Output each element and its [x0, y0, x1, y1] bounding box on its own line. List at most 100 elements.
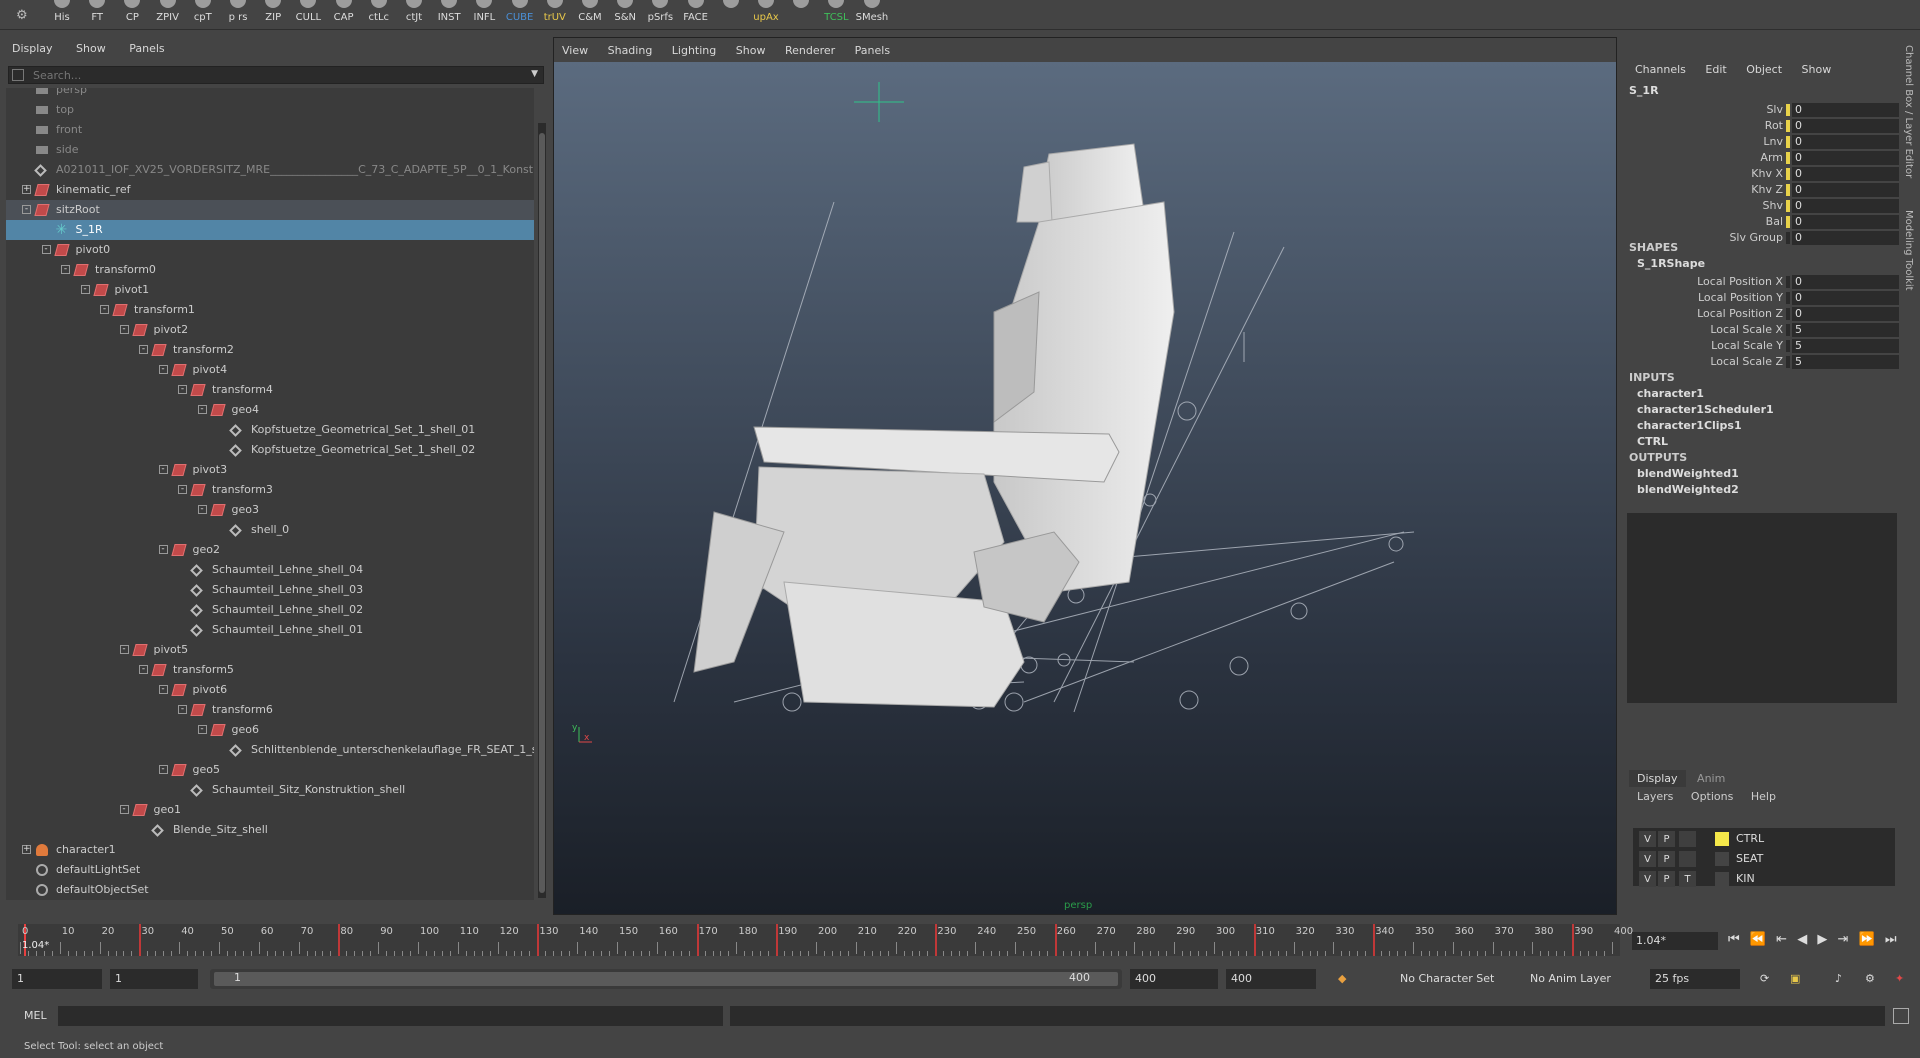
outliner-row[interactable]: + kinematic_ref: [6, 180, 534, 200]
outliner-row[interactable]: Schaumteil_Lehne_shell_04: [6, 560, 534, 580]
shelf-tool-ctjt[interactable]: ctJt: [398, 0, 430, 28]
outliner-row[interactable]: Schlittenblende_unterschenkelauflage_FR_…: [6, 740, 534, 760]
anim-end-field[interactable]: 400: [1130, 969, 1218, 989]
script-editor-icon[interactable]: [1893, 1008, 1909, 1024]
time-slider-track[interactable]: 1.04* 0 10 20 30 40 50 60 70 80 90 100 110 120 130 140…: [18, 924, 1633, 956]
side-tab-modeling-toolkit[interactable]: Modeling Toolkit: [1903, 210, 1914, 291]
play-forwards-icon[interactable]: ▶: [1817, 932, 1827, 947]
outliner-row[interactable]: Schaumteil_Lehne_shell_03: [6, 580, 534, 600]
shelf-tool-inst[interactable]: INST: [433, 0, 465, 28]
outliner-row[interactable]: - transform3: [6, 480, 534, 500]
outliner-row[interactable]: Blende_Sitz_shell: [6, 820, 534, 840]
attribute-value-field[interactable]: 0: [1792, 199, 1899, 213]
viewport-menu-show[interactable]: Show: [736, 44, 766, 57]
outliner-row[interactable]: side: [6, 140, 534, 160]
prefs-icon[interactable]: ⚙: [1865, 972, 1875, 985]
shelf-tool-smesh[interactable]: SMesh: [856, 0, 888, 28]
attribute-value-field[interactable]: 5: [1792, 339, 1899, 353]
node-link[interactable]: CTRL: [1637, 435, 1668, 448]
tab-anim[interactable]: Anim: [1689, 770, 1733, 787]
node-link[interactable]: blendWeighted2: [1637, 483, 1739, 496]
layer-menu-layers[interactable]: Layers: [1637, 790, 1673, 803]
auto-key-icon[interactable]: ◆: [1338, 972, 1346, 985]
outliner-row[interactable]: - geo6: [6, 720, 534, 740]
shelf-tool-ft[interactable]: FT: [81, 0, 113, 28]
viewport-menu-view[interactable]: View: [562, 44, 588, 57]
shelf-tool-truv[interactable]: trUV: [539, 0, 571, 28]
expand-toggle-icon[interactable]: -: [178, 385, 187, 394]
attribute-value-field[interactable]: 0: [1792, 291, 1899, 305]
shelf-tool-ctlc[interactable]: ctLc: [363, 0, 395, 28]
node-link[interactable]: blendWeighted1: [1637, 467, 1739, 480]
outliner-row[interactable]: Kopfstuetze_Geometrical_Set_1_shell_01: [6, 420, 534, 440]
expand-toggle-icon[interactable]: +: [22, 185, 31, 194]
shelf-tool-cap[interactable]: CAP: [328, 0, 360, 28]
sound-icon[interactable]: ♪: [1835, 972, 1842, 985]
layer-menu-help[interactable]: Help: [1751, 790, 1776, 803]
channel-attribute[interactable]: Local Position Z 0: [1625, 306, 1899, 322]
outliner-row[interactable]: A021011_IOF_XV25_VORDERSITZ_MRE_________…: [6, 160, 534, 180]
shelf-tool-tcsl[interactable]: TCSL: [820, 0, 852, 28]
expand-toggle-icon[interactable]: -: [158, 765, 168, 774]
attribute-value-field[interactable]: 0: [1792, 215, 1899, 229]
outliner-row[interactable]: - geo4: [6, 400, 534, 420]
shelf-tool-cull[interactable]: CULL: [292, 0, 324, 28]
attribute-value-field[interactable]: 0: [1792, 167, 1899, 181]
attribute-value-field[interactable]: 5: [1792, 355, 1899, 369]
node-link[interactable]: character1: [1637, 387, 1704, 400]
outliner-row[interactable]: - transform2: [6, 340, 534, 360]
outliner-row[interactable]: - pivot3: [6, 460, 534, 480]
tab-display[interactable]: Display: [1629, 770, 1686, 787]
playback-toggle[interactable]: P: [1658, 871, 1675, 887]
outliner-row[interactable]: - sitzRoot: [6, 200, 534, 220]
step-back-key-icon[interactable]: ⏪: [1750, 932, 1766, 947]
expand-toggle-icon[interactable]: -: [197, 405, 207, 414]
expand-toggle-icon[interactable]: -: [80, 285, 90, 294]
type-toggle[interactable]: [1679, 831, 1696, 847]
shelf-tool-face[interactable]: FACE: [680, 0, 712, 28]
outliner-vertical-scrollbar[interactable]: [538, 123, 546, 898]
search-dropdown-icon[interactable]: ▼: [531, 69, 538, 79]
channel-attribute[interactable]: Rot 0: [1625, 118, 1899, 134]
expand-toggle-icon[interactable]: +: [22, 845, 31, 854]
cb-menu-channels[interactable]: Channels: [1635, 63, 1686, 76]
expand-toggle-icon[interactable]: -: [22, 205, 31, 214]
shelf-tool-blank-21[interactable]: [785, 0, 817, 28]
outliner-row[interactable]: - pivot0: [6, 240, 534, 260]
cache-icon[interactable]: ▣: [1790, 972, 1800, 985]
expand-toggle-icon[interactable]: -: [119, 805, 129, 814]
channel-attribute[interactable]: Bal 0: [1625, 214, 1899, 230]
shelf-tool-prs[interactable]: p rs: [222, 0, 254, 28]
step-back-frame-icon[interactable]: ⇤: [1776, 932, 1787, 947]
shelf-tool-zpiv[interactable]: ZPIV: [152, 0, 184, 28]
node-link[interactable]: character1Scheduler1: [1637, 403, 1774, 416]
channel-attribute[interactable]: Lnv 0: [1625, 134, 1899, 150]
visibility-toggle[interactable]: V: [1639, 871, 1656, 887]
outliner-row[interactable]: defaultObjectSet: [6, 880, 534, 900]
anim-layer-dropdown[interactable]: No Anim Layer: [1530, 972, 1611, 985]
outliner-row[interactable]: Kopfstuetze_Geometrical_Set_1_shell_02: [6, 440, 534, 460]
viewport-menu-shading[interactable]: Shading: [608, 44, 653, 57]
end-time-field[interactable]: 400: [1226, 969, 1316, 989]
channel-attribute[interactable]: Local Position Y 0: [1625, 290, 1899, 306]
shelf-tool-cpt[interactable]: cpT: [187, 0, 219, 28]
layer-menu-options[interactable]: Options: [1691, 790, 1733, 803]
expand-toggle-icon[interactable]: -: [100, 305, 109, 314]
outliner-row[interactable]: - transform0: [6, 260, 534, 280]
shelf-tool-sn[interactable]: S&N: [609, 0, 641, 28]
shelf-tool-psrfs[interactable]: pSrfs: [644, 0, 676, 28]
expand-toggle-icon[interactable]: -: [61, 265, 70, 274]
viewport-menu-panels[interactable]: Panels: [855, 44, 890, 57]
side-tab-channel-box[interactable]: Channel Box / Layer Editor: [1903, 45, 1914, 178]
expand-toggle-icon[interactable]: -: [119, 325, 129, 334]
display-layer-row[interactable]: V P T KIN: [1633, 870, 1895, 888]
loop-icon[interactable]: ⟳: [1760, 972, 1769, 985]
viewport-menu-lighting[interactable]: Lighting: [672, 44, 716, 57]
layer-color-swatch[interactable]: [1715, 832, 1729, 846]
outliner-row[interactable]: - pivot6: [6, 680, 534, 700]
outliner-row[interactable]: - pivot5: [6, 640, 534, 660]
expand-toggle-icon[interactable]: -: [158, 545, 168, 554]
expand-toggle-icon[interactable]: -: [158, 685, 168, 694]
visibility-toggle[interactable]: V: [1639, 851, 1656, 867]
channel-attribute[interactable]: Local Scale Y 5: [1625, 338, 1899, 354]
